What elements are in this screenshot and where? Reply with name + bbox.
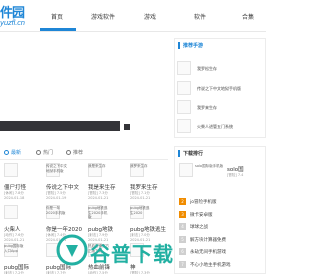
game-card[interactable]: pubg国际版入口Apppubg国际[射击] 7.2分2024-01-22 bbox=[4, 243, 42, 274]
rank-game-name: 解方块计算器免费 bbox=[190, 237, 226, 243]
fire-icon bbox=[36, 150, 41, 155]
recommend-item-label: 传说之下中文地狱手机版 bbox=[197, 86, 241, 91]
recommend-title: 推荐手游 bbox=[183, 43, 204, 49]
thumbnail-alt-text: pubg地铁逃生2020手机版 bbox=[88, 206, 108, 219]
rank-game-name: 微卡安卓版 bbox=[190, 212, 213, 218]
ranking-title: 下载排行 bbox=[183, 151, 204, 157]
list-tabs: 最新 热门 推荐 bbox=[0, 146, 168, 160]
site-logo[interactable]: 件园 yuzfl.cn bbox=[0, 2, 30, 30]
thumbnail-alt-text: pubg国际版入口App bbox=[4, 244, 24, 253]
thumbnail-alt-text: 传说之下中文地狱手机版 bbox=[46, 164, 67, 173]
tab-label: 热门 bbox=[43, 150, 54, 156]
tab-label: 最新 bbox=[11, 150, 22, 156]
ranking-item[interactable]: 4 球球之战 bbox=[179, 222, 265, 234]
recommend-item[interactable]: 我罗来生存 bbox=[177, 100, 265, 116]
recommend-panel: 推荐手游 我罗松生存 传说之下中文地狱手机版 我罗来生存 火柴人进管五门系统 bbox=[174, 38, 266, 138]
tab-recommend[interactable]: 推荐 bbox=[66, 149, 83, 156]
game-name: 我罗来生存 bbox=[130, 185, 158, 191]
game-card[interactable]: 传说之下中文地狱手机版 传说之下中文 [冒险] 7.5分 2024-01-19 bbox=[46, 163, 84, 207]
rank-game-name: 球球之战 bbox=[190, 225, 208, 230]
game-date: 2024-01-18 bbox=[4, 196, 25, 200]
ranking-item[interactable]: 3 微卡安卓版 bbox=[179, 210, 265, 222]
banner-caption-bar bbox=[0, 121, 120, 131]
recommend-item-label: 我罗松生存 bbox=[197, 66, 217, 71]
nav-home[interactable]: 首页 bbox=[51, 12, 63, 21]
game-thumbnail bbox=[179, 163, 193, 177]
game-name: pubg国际 bbox=[4, 265, 29, 271]
recommend-item-label: 火柴人进管五门系统 bbox=[197, 124, 233, 129]
game-date: 2024-01-21 bbox=[4, 238, 25, 242]
ranking-item[interactable]: 6 永劫无间手机游戏 bbox=[179, 247, 265, 259]
rank-number: 2 bbox=[179, 198, 186, 205]
nav-active-indicator bbox=[40, 28, 76, 31]
game-date: 2024-01-19 bbox=[46, 196, 67, 200]
game-thumbnail bbox=[177, 61, 191, 75]
thumbnail-alt-text: 你是一年2020手机版 bbox=[46, 206, 66, 215]
rank-game-name: 永劫无间手机游戏 bbox=[190, 250, 226, 255]
ranking-item[interactable]: 2 jo冒险手机版 bbox=[179, 197, 265, 209]
game-card[interactable]: 我是来生存 我是来生存 [冒险] 7.3分 2024-01-21 bbox=[88, 163, 126, 207]
rank-number: 4 bbox=[179, 223, 186, 230]
ranking-header: 下载排行 bbox=[175, 147, 267, 159]
thumbnail-alt-text: pubg地铁逃生2020 bbox=[130, 206, 150, 215]
ranking-item[interactable]: 7 不心小地主手机游戏 bbox=[179, 260, 265, 272]
rank-game-name: jo冒险手机版 bbox=[190, 200, 217, 205]
game-date: 2024-01-21 bbox=[88, 196, 109, 200]
tab-latest[interactable]: 最新 bbox=[4, 149, 21, 156]
nav-games[interactable]: 游戏 bbox=[144, 12, 156, 21]
recommend-item[interactable]: 我罗松生存 bbox=[177, 61, 265, 77]
banner-carousel[interactable] bbox=[0, 32, 168, 134]
game-thumbnail bbox=[4, 163, 18, 177]
game-date: 2024-01-21 bbox=[130, 196, 151, 200]
rank-number: 3 bbox=[179, 210, 186, 218]
ranking-top-name: solo国 bbox=[227, 167, 244, 173]
nav-software[interactable]: 软件 bbox=[194, 12, 206, 21]
section-marker bbox=[178, 150, 180, 157]
game-thumbnail bbox=[4, 205, 18, 219]
game-name: 传说之下中文 bbox=[46, 185, 80, 191]
thumbnail-alt-text: 我是来生存 bbox=[88, 164, 106, 168]
game-card[interactable]: 我罗来生存 我罗来生存 [冒险] 7.1分 2024-01-21 bbox=[130, 163, 168, 207]
game-thumbnail bbox=[177, 100, 191, 114]
site-header: 件园 yuzfl.cn 首页 游戏软件 游戏 软件 合集 bbox=[0, 0, 266, 32]
recommend-item-label: 我罗来生存 bbox=[197, 105, 217, 110]
watermark-text: 谷普下载 bbox=[90, 242, 174, 266]
banner-pager-dot[interactable] bbox=[124, 124, 130, 130]
rank-number: 7 bbox=[179, 260, 186, 268]
tab-hot[interactable]: 热门 bbox=[36, 149, 53, 156]
ranking-top-meta: [冒险] 7.4 bbox=[227, 173, 244, 177]
watermark-seal-icon bbox=[56, 234, 88, 266]
rank-number: 6 bbox=[179, 248, 186, 255]
thumbnail-alt-text: 我罗来生存 bbox=[130, 164, 148, 168]
recommend-item[interactable]: 传说之下中文地狱手机版 bbox=[177, 81, 265, 97]
rank-game-name: 不心小地主手机游戏 bbox=[190, 262, 231, 268]
thumb-icon bbox=[66, 150, 71, 155]
recommend-header: 推荐手游 bbox=[175, 39, 267, 51]
thumbnail-alt-text: solo国际版手机版 bbox=[195, 164, 224, 168]
tab-label: 推荐 bbox=[73, 150, 84, 156]
clock-icon bbox=[4, 150, 9, 155]
nav-game-software[interactable]: 游戏软件 bbox=[91, 12, 115, 21]
nav-collections[interactable]: 合集 bbox=[242, 12, 254, 21]
game-thumbnail bbox=[177, 81, 191, 95]
game-name: 我是来生存 bbox=[88, 185, 116, 191]
logo-domain: yuzfl.cn bbox=[0, 19, 25, 27]
game-name: 僵尸打怪 bbox=[4, 185, 27, 191]
rank-number: 5 bbox=[179, 235, 186, 243]
site-watermark: 谷普下载 bbox=[56, 232, 173, 272]
recommend-item[interactable]: 火柴人进管五门系统 bbox=[177, 119, 265, 135]
ranking-item[interactable]: 5 解方块计算器免费 bbox=[179, 235, 265, 247]
ranking-top-item[interactable]: solo国际版手机版 solo国 [冒险] 7.4 bbox=[179, 163, 265, 191]
game-name: 火柴人 bbox=[4, 227, 21, 233]
game-card[interactable]: 僵尸打怪 [休闲] 7.8分 2024-01-18 bbox=[4, 163, 42, 207]
download-ranking-panel: 下载排行 solo国际版手机版 solo国 [冒险] 7.4 2 jo冒险手机版 3… bbox=[174, 146, 266, 274]
section-marker bbox=[178, 42, 180, 49]
game-thumbnail bbox=[177, 119, 191, 133]
